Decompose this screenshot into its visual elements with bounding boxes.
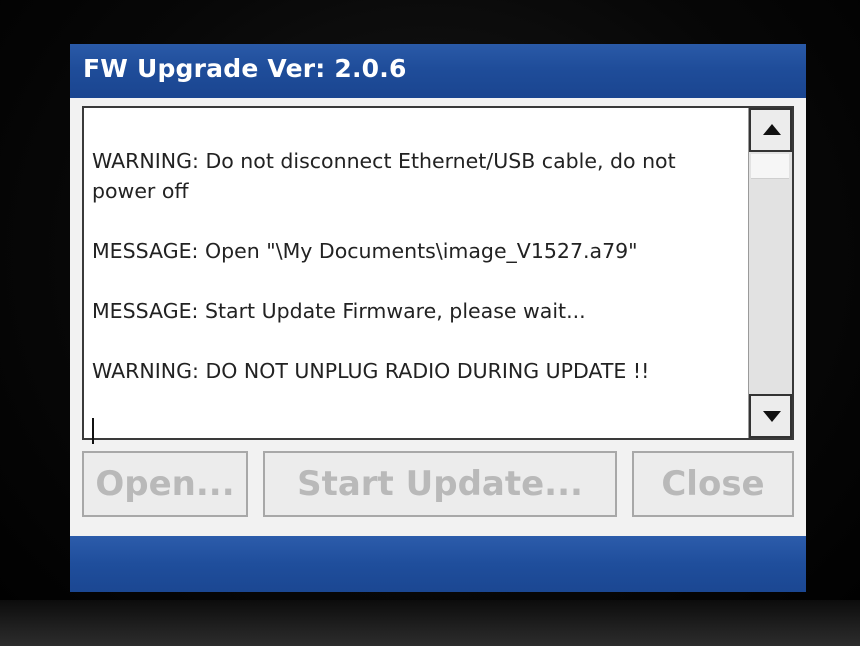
close-button[interactable]: Close <box>632 451 794 517</box>
arrow-up-icon <box>763 124 781 135</box>
window-title: FW Upgrade Ver: 2.0.6 <box>83 54 407 83</box>
scroll-thumb[interactable] <box>751 154 789 179</box>
log-line: WARNING: DO NOT UNPLUG RADIO DURING UPDA… <box>92 359 650 383</box>
scroll-up-button[interactable] <box>749 108 792 152</box>
device-screen: FW Upgrade Ver: 2.0.6 WARNING: Do not di… <box>70 44 806 592</box>
log-text: WARNING: Do not disconnect Ethernet/USB … <box>92 116 742 474</box>
log-line: MESSAGE: Start Update Firmware, please w… <box>92 299 586 323</box>
dialog-body: WARNING: Do not disconnect Ethernet/USB … <box>70 98 806 536</box>
device-bezel-bottom <box>0 600 860 646</box>
scroll-down-button[interactable] <box>749 394 792 438</box>
log-line: MESSAGE: Open "\My Documents\image_V1527… <box>92 239 638 263</box>
arrow-down-icon <box>763 411 781 422</box>
start-update-button[interactable]: Start Update... <box>263 451 617 517</box>
open-button[interactable]: Open... <box>82 451 248 517</box>
text-cursor <box>92 418 94 444</box>
vertical-scrollbar[interactable] <box>748 108 792 438</box>
title-bar: FW Upgrade Ver: 2.0.6 <box>70 44 806 98</box>
taskbar <box>70 536 806 592</box>
log-line: WARNING: Do not disconnect Ethernet/USB … <box>92 149 676 203</box>
log-textbox[interactable]: WARNING: Do not disconnect Ethernet/USB … <box>82 106 794 444</box>
